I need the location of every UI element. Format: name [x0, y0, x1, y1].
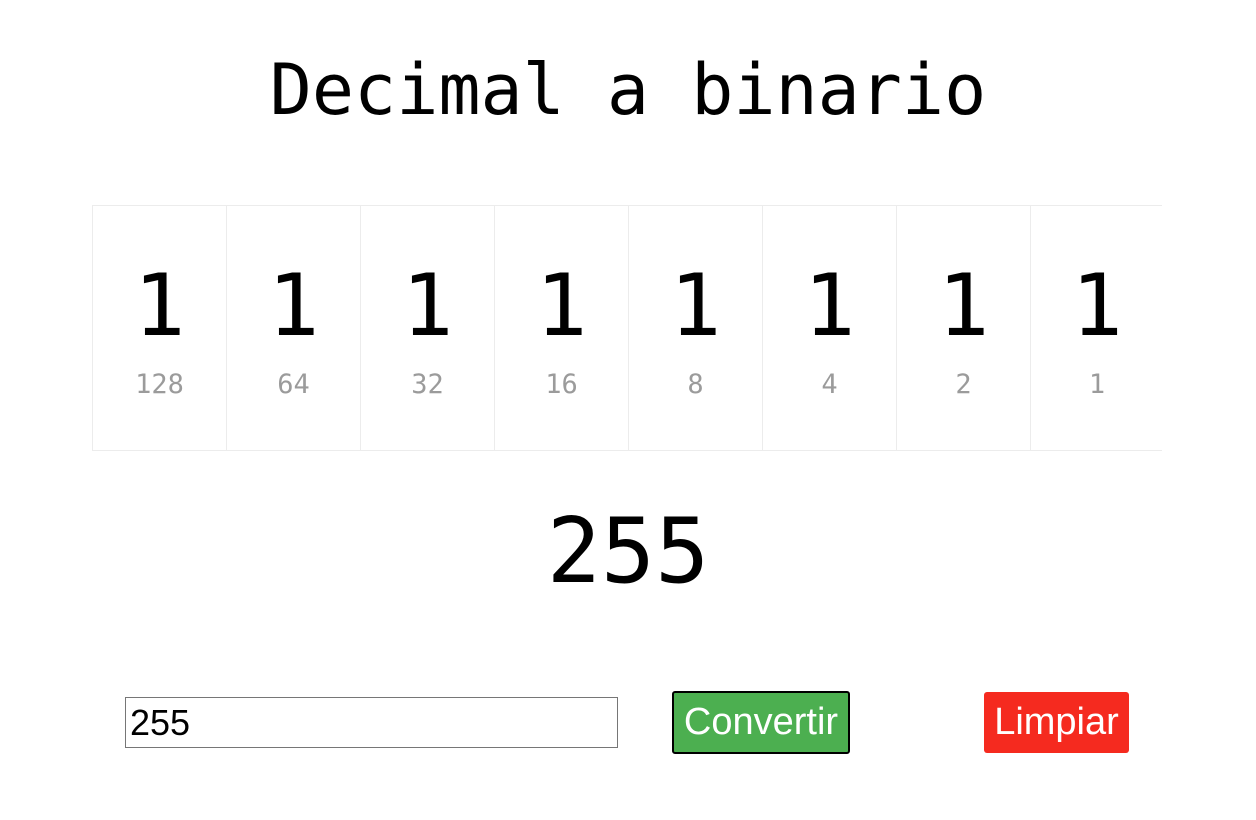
bit-value: 1 — [1071, 256, 1123, 356]
bit-cell-8: 1 8 — [629, 206, 763, 450]
bit-cell-1: 1 1 — [1031, 206, 1163, 450]
bit-value: 1 — [535, 256, 588, 356]
bit-weight: 128 — [135, 369, 184, 400]
clear-button[interactable]: Limpiar — [984, 692, 1129, 753]
bit-value: 1 — [267, 256, 320, 356]
bit-weight: 16 — [545, 369, 578, 400]
bit-weight: 32 — [411, 369, 444, 400]
bit-value: 1 — [803, 256, 856, 356]
decimal-input[interactable] — [125, 697, 618, 748]
convert-button[interactable]: Convertir — [672, 691, 850, 754]
bit-weight: 4 — [821, 369, 838, 400]
bit-cell-128: 1 128 — [93, 206, 227, 450]
bit-value: 1 — [669, 256, 722, 356]
bit-weight: 8 — [687, 369, 704, 400]
bit-value: 1 — [937, 256, 990, 356]
bit-weight: 2 — [955, 369, 972, 400]
bit-cell-4: 1 4 — [763, 206, 897, 450]
bit-cell-16: 1 16 — [495, 206, 629, 450]
binary-display: 1 128 1 64 1 32 1 16 1 8 1 4 1 2 1 1 — [92, 205, 1162, 451]
page-title: Decimal a binario — [269, 49, 987, 131]
bit-cell-32: 1 32 — [361, 206, 495, 450]
bit-value: 1 — [401, 256, 454, 356]
bit-weight: 1 — [1088, 369, 1106, 400]
bit-value: 1 — [133, 256, 186, 356]
bit-cell-2: 1 2 — [897, 206, 1031, 450]
bit-weight: 64 — [277, 369, 310, 400]
decimal-result: 255 — [546, 499, 710, 604]
bit-cell-64: 1 64 — [227, 206, 361, 450]
